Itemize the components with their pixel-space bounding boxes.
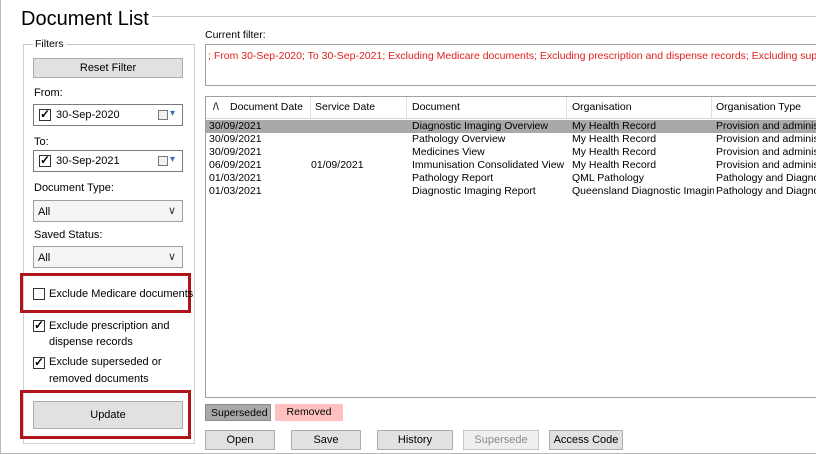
from-label: From: — [34, 87, 63, 99]
document-type-label: Document Type: — [34, 182, 114, 194]
page-title: Document List — [21, 8, 152, 31]
reset-filter-button[interactable]: Reset Filter — [33, 58, 183, 78]
update-button[interactable]: Update — [33, 401, 183, 429]
current-filter-label: Current filter: — [205, 29, 266, 41]
cell-organisation: My Health Record — [572, 159, 657, 171]
cell-organisation-type: Pathology and Diagno — [716, 172, 816, 184]
cell-document-date: 01/03/2021 — [209, 172, 262, 184]
chevron-down-icon: ∨ — [167, 251, 176, 263]
access-code-button[interactable]: Access Code — [549, 430, 623, 450]
exclude-superseded-checkbox[interactable] — [33, 355, 45, 369]
history-button[interactable]: History — [377, 430, 453, 450]
document-type-select[interactable]: All ∨ — [33, 200, 183, 222]
column-divider[interactable] — [406, 97, 407, 119]
title-divider — [149, 16, 816, 17]
to-date-picker[interactable]: 30-Sep-2021 ▾ — [33, 150, 183, 172]
cell-document: Diagnostic Imaging Report — [412, 185, 536, 197]
cell-organisation: QML Pathology — [572, 172, 644, 184]
cell-organisation: My Health Record — [572, 133, 657, 145]
cell-organisation: My Health Record — [572, 120, 657, 132]
column-divider[interactable] — [711, 97, 712, 119]
column-header-service-date[interactable]: Service Date — [315, 101, 375, 113]
chevron-down-icon[interactable]: ▾ — [170, 108, 175, 119]
column-divider[interactable] — [566, 97, 567, 119]
table-row[interactable]: 30/09/2021 Pathology Overview My Health … — [206, 133, 816, 146]
table-row[interactable]: 30/09/2021 Diagnostic Imaging Overview M… — [206, 120, 816, 133]
cell-organisation: Queensland Diagnostic Imaging — [572, 185, 714, 197]
exclude-superseded-label-1: Exclude superseded or — [49, 356, 162, 368]
exclude-medicare-label: Exclude Medicare documents — [49, 288, 194, 300]
save-button[interactable]: Save — [291, 430, 361, 450]
to-date-checkbox[interactable] — [39, 153, 51, 167]
from-date-picker[interactable]: 30-Sep-2020 ▾ — [33, 104, 183, 126]
cell-document-date: 30/09/2021 — [209, 120, 262, 132]
to-label: To: — [34, 136, 49, 148]
column-header-organisation-type[interactable]: Organisation Type — [716, 101, 801, 113]
cell-organisation-type: Provision and administ — [716, 146, 816, 158]
supersede-button[interactable]: Supersede — [463, 430, 539, 450]
exclude-prescription-label-1: Exclude prescription and — [49, 320, 170, 332]
cell-organisation-type: Provision and administ — [716, 120, 816, 132]
document-list-window: Document List Filters Reset Filter From:… — [0, 0, 816, 454]
cell-organisation-type: Provision and administ — [716, 133, 816, 145]
column-header-organisation[interactable]: Organisation — [572, 101, 632, 113]
cell-organisation-type: Provision and administ — [716, 159, 816, 171]
cell-service-date: 01/09/2021 — [311, 159, 364, 171]
calendar-icon[interactable] — [158, 110, 168, 120]
to-date-value: 30-Sep-2021 — [56, 155, 120, 167]
sort-indicator-icon: /\ — [213, 101, 219, 113]
filters-legend: Filters — [33, 38, 66, 50]
chevron-down-icon: ∨ — [167, 205, 176, 217]
table-row[interactable]: 01/03/2021 Pathology Report QML Patholog… — [206, 172, 816, 185]
exclude-prescription-checkbox[interactable] — [33, 318, 45, 332]
superseded-legend: Superseded — [205, 404, 271, 421]
from-date-checkbox[interactable] — [39, 107, 51, 121]
cell-organisation-type: Pathology and Diagno — [716, 185, 816, 197]
exclude-superseded-label-2: removed documents — [49, 373, 149, 385]
column-header-document[interactable]: Document — [412, 101, 460, 113]
cell-document-date: 06/09/2021 — [209, 159, 262, 171]
chevron-down-icon[interactable]: ▾ — [170, 154, 175, 165]
calendar-icon[interactable] — [158, 156, 168, 166]
column-divider[interactable] — [310, 97, 311, 119]
document-type-value: All — [38, 206, 51, 218]
cell-document: Medicines View — [412, 146, 485, 158]
current-filter-text: ; From 30-Sep-2020; To 30-Sep-2021; Excl… — [205, 44, 816, 86]
cell-document-date: 30/09/2021 — [209, 146, 262, 158]
cell-document: Pathology Report — [412, 172, 494, 184]
exclude-medicare-checkbox[interactable] — [33, 288, 45, 300]
document-table: /\ Document Date Service Date Document O… — [205, 96, 816, 398]
removed-legend: Removed — [275, 404, 343, 421]
saved-status-value: All — [38, 252, 51, 264]
cell-document-date: 30/09/2021 — [209, 133, 262, 145]
table-row[interactable]: 06/09/2021 01/09/2021 Immunisation Conso… — [206, 159, 816, 172]
column-header-document-date[interactable]: Document Date — [230, 101, 303, 113]
cell-document: Immunisation Consolidated View — [412, 159, 564, 171]
from-date-value: 30-Sep-2020 — [56, 109, 120, 121]
cell-document: Pathology Overview — [412, 133, 506, 145]
open-button[interactable]: Open — [205, 430, 275, 450]
exclude-prescription-label-2: dispense records — [49, 336, 133, 348]
table-row[interactable]: 01/03/2021 Diagnostic Imaging Report Que… — [206, 185, 816, 198]
cell-organisation: My Health Record — [572, 146, 657, 158]
saved-status-label: Saved Status: — [34, 229, 103, 241]
table-row[interactable]: 30/09/2021 Medicines View My Health Reco… — [206, 146, 816, 159]
saved-status-select[interactable]: All ∨ — [33, 246, 183, 268]
cell-document-date: 01/03/2021 — [209, 185, 262, 197]
cell-document: Diagnostic Imaging Overview — [412, 120, 548, 132]
table-header: /\ Document Date Service Date Document O… — [206, 97, 816, 119]
